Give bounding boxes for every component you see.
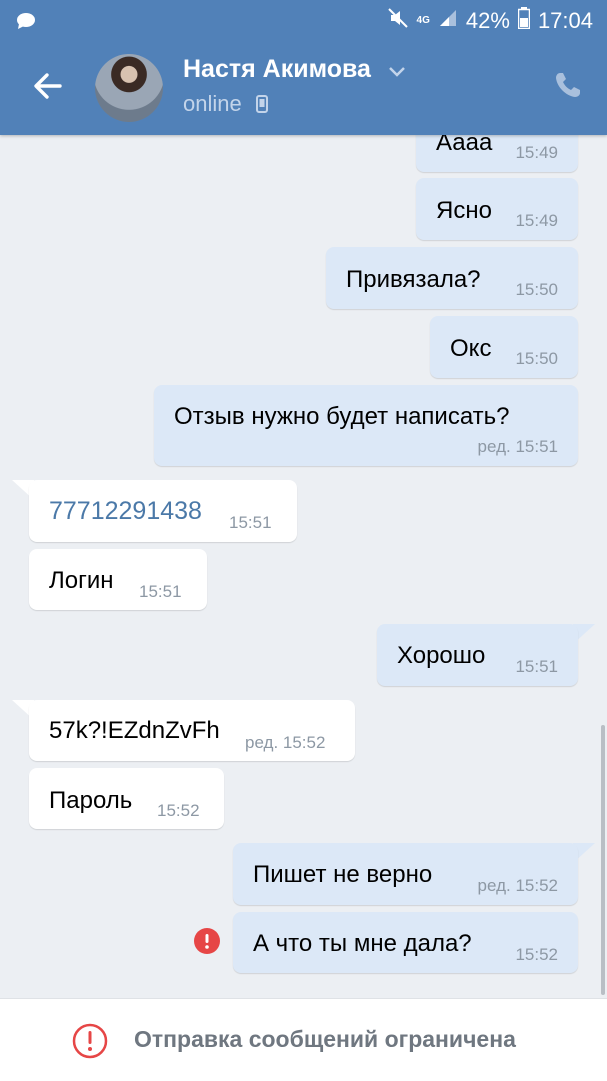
warning-icon <box>72 1023 108 1064</box>
message-time: 15:52 <box>157 801 200 820</box>
network-type: 4G <box>416 15 430 26</box>
avatar[interactable] <box>95 54 163 122</box>
battery-icon <box>517 7 531 35</box>
message-time: 15:51 <box>139 582 182 601</box>
message-time: ред. 15:52 <box>245 733 326 752</box>
signal-icon <box>438 8 458 34</box>
message-text: Хорошо <box>397 642 486 669</box>
chevron-down-icon[interactable] <box>388 65 406 83</box>
message-text: Привязала? <box>346 266 481 293</box>
message-text: Окс <box>450 335 492 362</box>
restriction-text: Отправка сообщений ограничена <box>134 1026 516 1052</box>
message-text: Пишет не верно <box>253 861 433 888</box>
phone-icon[interactable] <box>553 70 583 105</box>
message-outgoing-failed[interactable]: А что ты мне дала? 15:52 <box>233 912 578 973</box>
message-text: Отзыв нужно будет написать? <box>174 403 510 430</box>
message-incoming[interactable]: 77712291438 15:51 <box>29 480 297 542</box>
message-text: Логин <box>49 567 114 594</box>
message-outgoing[interactable]: Окс 15:50 <box>430 316 578 378</box>
message-outgoing[interactable]: Отзыв нужно будет написать? ред. 15:51 <box>154 385 578 466</box>
message-incoming[interactable]: 57k?!EZdnZvFh ред. 15:52 <box>29 700 355 761</box>
presence-status: online <box>183 91 242 116</box>
message-text: Пароль <box>49 787 133 814</box>
message-text: 57k?!EZdnZvFh <box>49 717 220 744</box>
message-time: 15:51 <box>515 657 558 676</box>
status-bar: 4G 42% 17:04 <box>0 0 607 40</box>
chat-bubble-icon <box>16 10 36 36</box>
chat-header: Настя Акимова online <box>0 40 607 135</box>
back-arrow-icon[interactable] <box>32 70 64 102</box>
message-incoming[interactable]: Пароль 15:52 <box>29 768 224 829</box>
restriction-notice: Отправка сообщений ограничена <box>0 998 607 1081</box>
phone-number-link[interactable]: 77712291438 <box>49 497 202 526</box>
top-bar: 4G 42% 17:04 Настя Акимова online <box>0 0 607 135</box>
message-text: Ясно <box>436 197 492 224</box>
battery-percent: 42% <box>465 8 510 33</box>
message-time: ред. 15:51 <box>477 437 558 456</box>
message-text: А что ты мне дала? <box>253 930 472 957</box>
message-time: 15:49 <box>515 211 558 230</box>
message-time: ред. 15:52 <box>477 876 558 895</box>
message-time: 15:51 <box>229 513 272 532</box>
message-outgoing[interactable]: Привязала? 15:50 <box>326 247 578 309</box>
message-time: 15:52 <box>515 945 558 964</box>
message-outgoing[interactable]: Ясно 15:49 <box>416 178 578 240</box>
message-outgoing[interactable]: Пишет не верно ред. 15:52 <box>233 843 578 905</box>
message-time: 15:50 <box>515 280 558 299</box>
message-incoming[interactable]: Логин 15:51 <box>29 549 207 610</box>
message-outgoing[interactable]: Хорошо 15:51 <box>377 624 578 686</box>
mute-icon <box>387 7 409 35</box>
error-icon[interactable] <box>194 928 220 959</box>
message-time: 15:50 <box>515 349 558 368</box>
message-time: 15:49 <box>515 143 558 162</box>
contact-name[interactable]: Настя Акимова <box>183 55 371 84</box>
clock: 17:04 <box>537 8 593 33</box>
scrollbar[interactable] <box>601 725 605 995</box>
mobile-device-icon <box>256 95 268 118</box>
